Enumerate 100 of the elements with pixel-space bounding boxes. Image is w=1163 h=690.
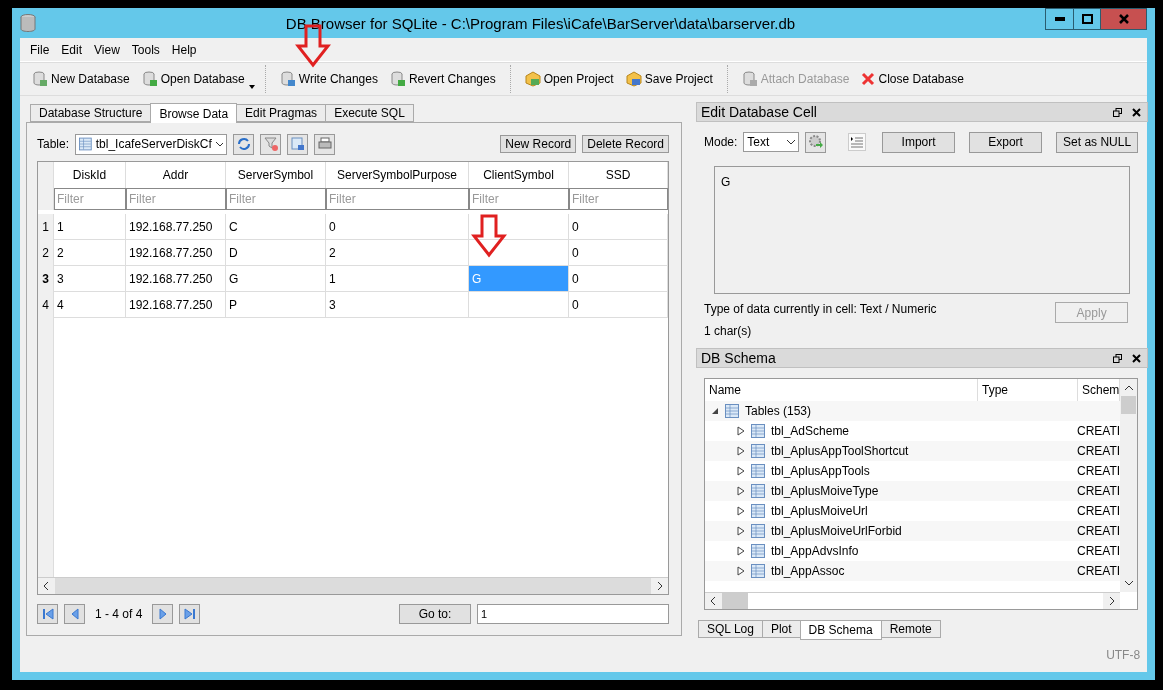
menu-item[interactable]: View — [88, 42, 126, 57]
table-cell[interactable]: 1 — [54, 214, 126, 240]
table-cell[interactable]: 192.168.77.250 — [126, 214, 226, 240]
delete-record-button[interactable]: Delete Record — [582, 135, 669, 153]
vertical-scrollbar[interactable] — [1120, 379, 1138, 592]
table-cell[interactable]: 0 — [569, 266, 668, 292]
table-cell[interactable]: 2 — [326, 240, 469, 266]
float-window-icon[interactable] — [1113, 353, 1123, 363]
collapsed-triangle-icon[interactable] — [737, 466, 745, 476]
toolbar-button[interactable]: New Database — [26, 66, 136, 92]
cell-action-button[interactable]: Import — [882, 131, 956, 153]
table-cell[interactable]: 2 — [54, 240, 126, 266]
tree-item-label[interactable]: tbl_AdScheme — [771, 424, 850, 438]
table-cell[interactable]: 0 — [326, 214, 469, 240]
collapsed-triangle-icon[interactable] — [737, 426, 745, 436]
tree-item-label[interactable]: tbl_AplusMoiveUrlForbid — [771, 524, 902, 538]
save-table-button[interactable] — [287, 133, 309, 155]
tree-item-label[interactable]: tbl_AplusMoiveType — [771, 484, 879, 498]
scrollbar-thumb[interactable] — [1121, 396, 1137, 414]
toolbar-button[interactable]: Revert Changes — [383, 66, 502, 92]
filter-field[interactable]: Filter — [469, 188, 569, 210]
collapsed-triangle-icon[interactable] — [737, 446, 745, 456]
table-cell[interactable] — [469, 292, 569, 318]
table-cell[interactable]: 0 — [569, 214, 668, 240]
menu-item[interactable]: Tools — [125, 42, 166, 57]
menu-item[interactable]: Help — [165, 42, 203, 57]
toolbar-button[interactable]: Write Changes — [273, 66, 384, 92]
table-cell[interactable]: 0 — [569, 292, 668, 318]
tree-item-label[interactable]: tbl_AplusAppToolShortcut — [771, 444, 909, 458]
table-cell[interactable]: P — [226, 292, 326, 318]
table-cell[interactable]: 192.168.77.250 — [126, 266, 226, 292]
table-cell[interactable]: C — [226, 214, 326, 240]
table-cell[interactable]: 1 — [326, 266, 469, 292]
tree-item-label[interactable]: tbl_AppAssoc — [771, 564, 845, 578]
tab[interactable]: Edit Pragmas — [236, 104, 327, 122]
table-cell[interactable]: 192.168.77.250 — [126, 292, 226, 318]
row-number[interactable]: 1 — [38, 214, 54, 240]
collapsed-triangle-icon[interactable] — [737, 546, 745, 556]
previous-page-button[interactable] — [64, 604, 85, 624]
filter-field[interactable]: Filter — [126, 188, 226, 210]
table-cell[interactable] — [469, 240, 569, 266]
table-cell[interactable] — [469, 214, 569, 240]
auto-format-button[interactable] — [805, 131, 827, 153]
horizontal-scrollbar[interactable] — [705, 592, 1121, 609]
clear-filter-button[interactable] — [260, 133, 282, 155]
go-to-field[interactable]: 1 — [477, 604, 669, 624]
table-cell[interactable]: G — [226, 266, 326, 292]
tab[interactable]: Remote — [880, 620, 941, 638]
filter-field[interactable]: Filter — [326, 188, 469, 210]
tree-item-label[interactable]: tbl_AplusMoiveUrl — [771, 504, 868, 518]
toolbar-button[interactable]: Close Database — [855, 66, 970, 92]
tab[interactable]: DB Schema — [799, 620, 882, 640]
tree-item-label[interactable]: Tables (153) — [745, 404, 812, 418]
menu-item[interactable]: Edit — [55, 42, 89, 57]
table-cell[interactable]: 4 — [54, 292, 126, 318]
new-record-button[interactable]: New Record — [500, 135, 577, 153]
toolbar-button[interactable]: Save Project — [619, 66, 719, 92]
filter-field[interactable]: Filter — [226, 188, 326, 210]
collapsed-triangle-icon[interactable] — [737, 566, 745, 576]
row-number[interactable]: 3 — [38, 266, 54, 292]
print-button[interactable] — [314, 133, 336, 155]
cell-editor[interactable]: G — [714, 166, 1131, 294]
last-page-button[interactable] — [179, 604, 201, 624]
tab[interactable]: Execute SQL — [325, 104, 414, 122]
refresh-button[interactable] — [233, 133, 255, 155]
table-cell[interactable]: 192.168.77.250 — [126, 240, 226, 266]
toolbar-button[interactable]: Open Project — [518, 66, 620, 92]
collapsed-triangle-icon[interactable] — [737, 526, 745, 536]
cell-action-button[interactable]: Export — [969, 131, 1043, 153]
row-number[interactable]: 2 — [38, 240, 54, 266]
close-icon[interactable] — [1132, 107, 1142, 117]
tab[interactable]: SQL Log — [698, 620, 763, 638]
tree-item-label[interactable]: tbl_AplusAppTools — [771, 464, 870, 478]
go-to-button[interactable]: Go to: — [399, 604, 471, 624]
expanded-triangle-icon[interactable] — [711, 406, 719, 416]
collapsed-triangle-icon[interactable] — [737, 486, 745, 496]
table-cell[interactable]: 0 — [569, 240, 668, 266]
collapsed-triangle-icon[interactable] — [737, 506, 745, 516]
menu-item[interactable]: File — [24, 42, 56, 57]
cell-action-button[interactable]: Set as NULL — [1056, 131, 1139, 153]
table-cell[interactable]: 3 — [54, 266, 126, 292]
horizontal-scrollbar[interactable] — [38, 577, 668, 594]
row-number[interactable]: 4 — [38, 292, 54, 318]
table-cell[interactable]: D — [226, 240, 326, 266]
tree-item-label[interactable]: tbl_AppAdvsInfo — [771, 544, 859, 558]
float-window-icon[interactable] — [1113, 107, 1123, 117]
next-page-button[interactable] — [152, 604, 174, 624]
tab[interactable]: Plot — [761, 620, 801, 638]
close-button[interactable] — [1100, 9, 1146, 29]
filter-field[interactable]: Filter — [54, 188, 126, 210]
close-icon[interactable] — [1132, 353, 1142, 363]
scrollbar-thumb[interactable] — [722, 593, 748, 609]
tab[interactable]: Database Structure — [30, 104, 152, 122]
toolbar-button[interactable]: Open Database — [135, 66, 257, 92]
mode-select[interactable]: Text — [743, 132, 800, 152]
table-cell[interactable]: 3 — [326, 292, 469, 318]
table-select[interactable]: tbl_IcafeServerDiskCf — [75, 133, 228, 155]
filter-field[interactable]: Filter — [569, 188, 668, 210]
tab[interactable]: Browse Data — [150, 103, 238, 123]
first-page-button[interactable] — [37, 604, 58, 624]
